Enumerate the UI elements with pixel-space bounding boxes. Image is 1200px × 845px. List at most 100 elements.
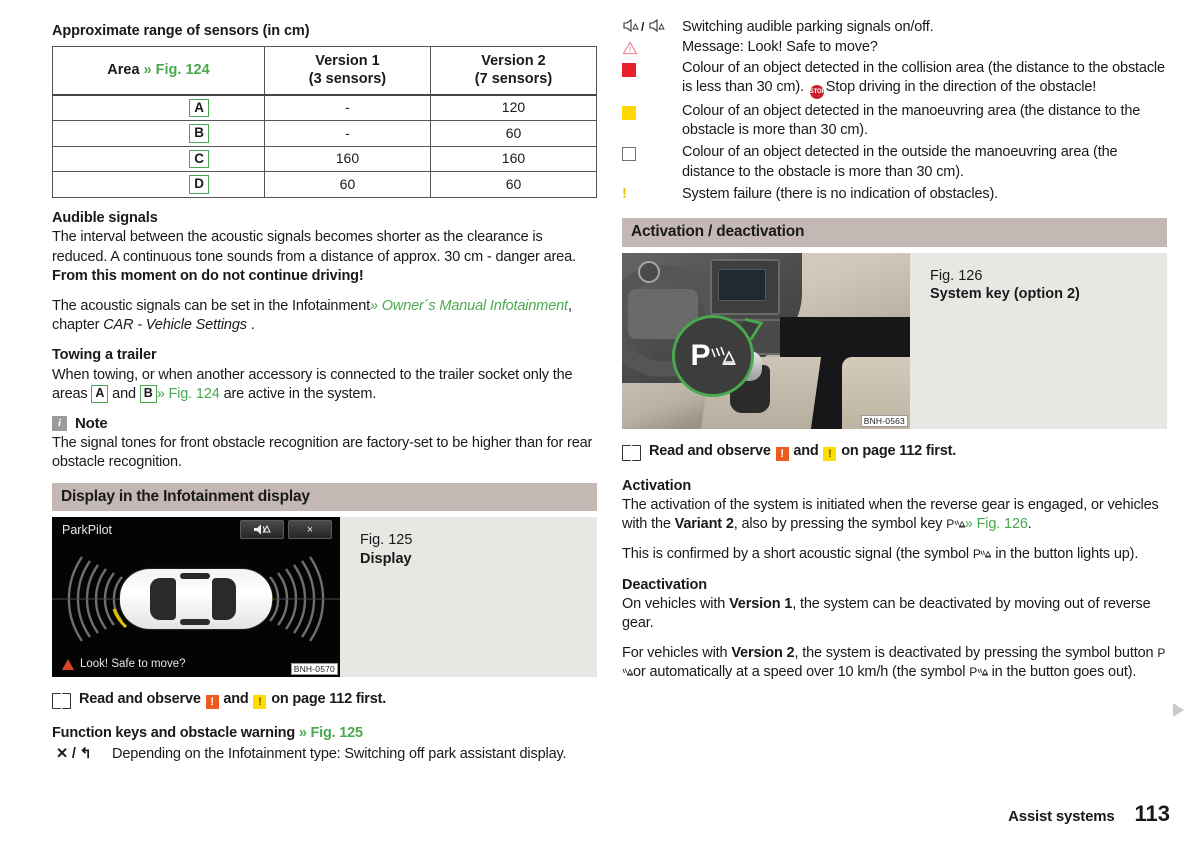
parkpilot-status: Look! Safe to move? xyxy=(62,658,185,670)
audible-text-normal: The interval between the acoustic signal… xyxy=(52,229,576,265)
car-window-front xyxy=(150,578,176,621)
activation-p2-b: in the button lights up). xyxy=(991,546,1139,563)
left-column: Approximate range of sensors (in cm) Are… xyxy=(52,22,598,766)
footer-page-number: 113 xyxy=(1134,801,1171,826)
parkpilot-car-diagram xyxy=(52,543,340,655)
legend-text-failure: System failure (there is no indication o… xyxy=(682,185,999,202)
psym-waves-icon xyxy=(954,520,965,528)
table-row: B - 60 xyxy=(52,120,598,147)
table-row: D 60 60 xyxy=(52,171,598,198)
cell-version1: 160 xyxy=(263,145,431,173)
function-keys-heading: Function keys and obstacle warning » Fig… xyxy=(52,725,597,741)
psym-icon: P xyxy=(969,665,988,679)
infotainment-screen xyxy=(718,268,766,301)
legend-row-message: Message: Look! Safe to move? xyxy=(622,38,1167,57)
area-badge: C xyxy=(189,149,209,169)
close-button[interactable]: × xyxy=(288,520,332,540)
book-icon xyxy=(622,444,641,461)
cell-version1: 60 xyxy=(263,171,431,198)
col-header-area-ref[interactable]: » Fig. 124 xyxy=(144,62,210,78)
deactivation-paragraph-2: For vehicles with Version 2, the system … xyxy=(622,644,1167,682)
activation-paragraph-1: The activation of the system is initiate… xyxy=(622,496,1167,534)
observe-text-b: and xyxy=(789,442,823,459)
figure-125: ParkPilot × Look! Safe to move? BNH-0570… xyxy=(52,517,597,678)
area-badge: B xyxy=(189,124,209,143)
fig124-ref[interactable]: » Fig. 124 xyxy=(157,386,220,402)
audible-signals-paragraph: The interval between the acoustic signal… xyxy=(52,228,597,285)
observe-text-c: on page 112 first. xyxy=(267,691,387,708)
cell-area: A xyxy=(52,94,265,122)
legend-row-outside: Colour of an object detected in the outs… xyxy=(622,143,1167,182)
figure-126-image: P BNH-0563 xyxy=(622,252,910,429)
legend-key-speaker-pair: / xyxy=(622,18,682,37)
col-header-area: Area » Fig. 124 xyxy=(52,45,265,96)
cell-version1: - xyxy=(263,94,431,122)
deactivation-heading: Deactivation xyxy=(622,576,708,593)
legend-row-collision: Colour of an object detected in the coll… xyxy=(622,59,1167,99)
fig126-ref[interactable]: » Fig. 126 xyxy=(965,516,1028,532)
parkpilot-title: ParkPilot xyxy=(62,523,113,538)
figure-126-caption: Fig. 126 System key (option 2) xyxy=(910,253,1080,429)
book-icon xyxy=(52,693,71,710)
warning-triangle-icon xyxy=(622,41,638,55)
mute-button[interactable] xyxy=(240,520,284,540)
owners-manual-ref[interactable]: » Owner´s Manual Infotainment xyxy=(370,298,568,314)
fig125-ref[interactable]: » Fig. 125 xyxy=(299,725,363,741)
observe-text-b: and xyxy=(219,691,253,708)
figure-125-number: Fig. 125 xyxy=(360,532,413,549)
deactivation-p1-a: On vehicles with xyxy=(622,596,730,613)
car-window-rear xyxy=(212,578,236,621)
cell-version2: 60 xyxy=(429,120,598,147)
warning-yellow-icon: ! xyxy=(823,446,837,461)
table-header: Area » Fig. 124 Version 1 (3 sensors) Ve… xyxy=(52,45,598,96)
legend-list: / Switching audible parking signals on/o… xyxy=(622,18,1167,204)
acoustic-text-3: . xyxy=(246,316,255,333)
legend-row-manoeuvring: Colour of an object detected in the mano… xyxy=(622,102,1167,141)
white-square-icon xyxy=(622,147,636,162)
parkpilot-status-text: Look! Safe to move? xyxy=(80,658,186,671)
right-column: / Switching audible parking signals on/o… xyxy=(622,18,1167,683)
observe-text-a: Read and observe xyxy=(649,442,775,459)
psym-letter: P xyxy=(972,547,981,562)
table-row: A - 120 xyxy=(52,94,598,122)
info-icon: i xyxy=(52,415,67,431)
col-header-version2-label: Version 2 xyxy=(481,52,546,69)
deactivation-p2-e: in the button goes out). xyxy=(987,664,1137,681)
table-header-row: Area » Fig. 124 Version 1 (3 sensors) Ve… xyxy=(52,45,598,96)
cell-area: B xyxy=(52,120,265,147)
figure-126: P BNH-0563 Fig. 126 System key (option 2… xyxy=(622,252,1167,429)
figure-126-number: Fig. 126 xyxy=(930,267,983,284)
function-key-symbol: ✕ / ↰ xyxy=(56,746,92,763)
note-body: The signal tones for front obstacle reco… xyxy=(52,434,593,470)
cell-version1: - xyxy=(263,120,431,147)
psym-waves-icon xyxy=(977,668,988,676)
psym-letter: P xyxy=(946,517,954,532)
warning-red-icon: ! xyxy=(205,695,219,710)
next-page-arrow-icon[interactable] xyxy=(1173,703,1184,717)
cell-area: D xyxy=(52,171,265,198)
car-vehicle-settings-ref: CAR - Vehicle Settings xyxy=(103,316,247,333)
legend-text-manoeuvring: Colour of an object detected in the mano… xyxy=(682,102,1141,139)
car-roof-bottom xyxy=(180,619,210,626)
function-key-description: Depending on the Infotainment type: Swit… xyxy=(112,746,567,763)
observe-text: Read and observe ! and ! on page 112 fir… xyxy=(649,443,956,461)
table-row: C 160 160 xyxy=(52,145,598,173)
warning-triangle-icon xyxy=(62,658,74,670)
legend-key-red-square xyxy=(622,59,682,99)
parkpilot-symbol: P xyxy=(690,340,735,371)
psym-icon: P xyxy=(973,547,992,561)
psym-waves-icon xyxy=(622,668,634,676)
page-footer: Assist systems 113 xyxy=(1008,801,1170,827)
cell-version2: 60 xyxy=(429,171,598,198)
speaker-toggle-icon: / xyxy=(623,18,665,34)
psym-icon: P xyxy=(946,517,965,531)
deactivation-p2-d: or automatically at a speed over 10 km/h… xyxy=(633,664,970,681)
deactivation-paragraph-1: On vehicles with Version 1, the system c… xyxy=(622,595,1167,633)
note-title: Note xyxy=(75,414,108,432)
towing-text-2: and xyxy=(108,385,140,402)
figure-125-title: Display xyxy=(360,551,412,568)
sensor-range-table: Area » Fig. 124 Version 1 (3 sensors) Ve… xyxy=(52,45,598,198)
svg-text:/: / xyxy=(641,20,645,34)
col-header-version2-sub: (7 sensors) xyxy=(474,70,553,87)
section-header-activation: Activation / deactivation xyxy=(622,218,1167,247)
